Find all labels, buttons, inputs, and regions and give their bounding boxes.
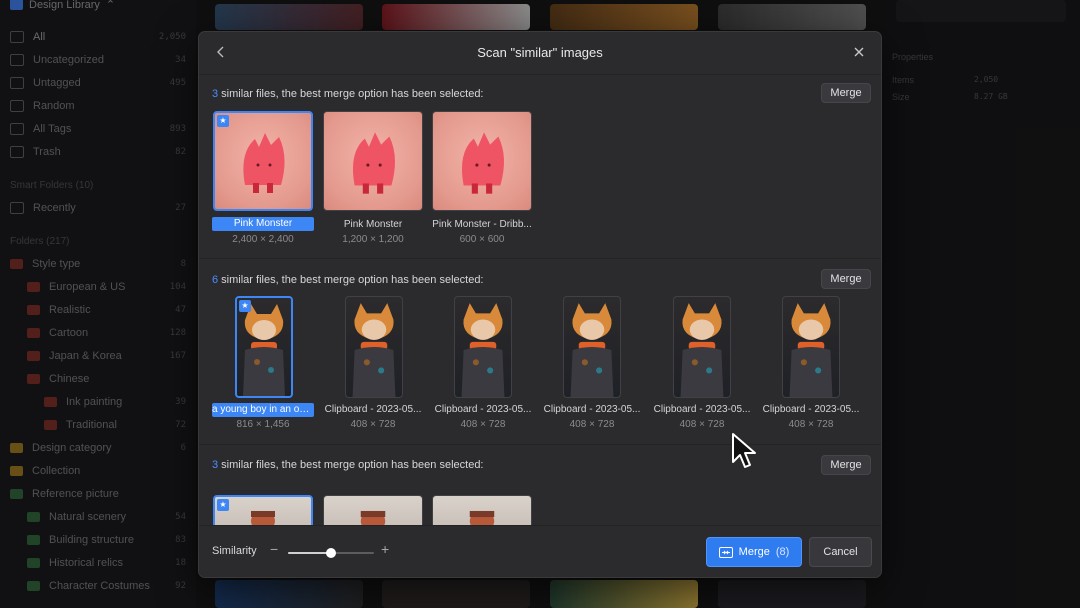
dialog-header: Scan "similar" images xyxy=(199,32,881,75)
group-3-thumb-2[interactable] xyxy=(323,495,423,529)
group-2-caption-1: a young boy in an out... xyxy=(212,403,314,417)
group-1-size-1: 2,400 × 2,400 xyxy=(232,234,294,245)
group-3-header: 3 similar files, the best merge option h… xyxy=(212,459,484,471)
group-1-header: 3 similar files, the best merge option h… xyxy=(212,88,484,100)
group-divider xyxy=(199,258,881,259)
merge-all-button[interactable]: Merge (8) xyxy=(706,537,802,567)
similarity-label: Similarity xyxy=(212,545,257,557)
similarity-slider-thumb[interactable] xyxy=(326,548,336,558)
group-2-caption-5: Clipboard - 2023-05... xyxy=(653,404,751,415)
group-description: similar files, the best merge option has… xyxy=(218,274,484,286)
group-description: similar files, the best merge option has… xyxy=(218,88,484,100)
boy-portrait-image xyxy=(461,303,505,397)
group-3-thumb-3[interactable] xyxy=(432,495,532,529)
boy-portrait-image xyxy=(680,303,724,397)
group-2-thumb-3[interactable] xyxy=(454,296,512,398)
group-2-thumb-4[interactable] xyxy=(563,296,621,398)
dialog-title: Scan "similar" images xyxy=(477,45,603,60)
group-2-caption-2: Clipboard - 2023-05... xyxy=(324,404,422,415)
pink-monster-image xyxy=(461,132,505,194)
dialog-footer: Similarity − + Merge (8) Cancel xyxy=(199,525,881,577)
close-icon xyxy=(854,47,864,57)
group-2-size-3: 408 × 728 xyxy=(460,419,506,430)
group-1-thumb-2[interactable] xyxy=(323,111,423,211)
similarity-increase-button[interactable]: + xyxy=(381,541,389,557)
group-2-thumb-2[interactable] xyxy=(345,296,403,398)
mouse-cursor-icon xyxy=(732,433,756,468)
similarity-slider-fill xyxy=(288,552,331,554)
boy-portrait-image xyxy=(243,304,285,396)
group-2-size-5: 408 × 728 xyxy=(679,419,725,430)
merge-all-count: (8) xyxy=(775,546,790,558)
group-1-caption-2: Pink Monster xyxy=(343,219,403,230)
boy-portrait-image xyxy=(360,510,386,528)
merge-icon xyxy=(718,546,733,558)
group-1-merge-button[interactable]: Merge xyxy=(821,83,871,103)
group-2-caption-3: Clipboard - 2023-05... xyxy=(434,404,532,415)
group-1-size-3: 600 × 600 xyxy=(459,234,505,245)
group-3-merge-button[interactable]: Merge xyxy=(821,455,871,475)
group-2-size-2: 408 × 728 xyxy=(350,419,396,430)
pink-monster-image xyxy=(243,133,285,193)
group-2-merge-button[interactable]: Merge xyxy=(821,269,871,289)
group-3-thumb-1[interactable]: ★ xyxy=(213,495,313,529)
group-2-size-4: 408 × 728 xyxy=(569,419,615,430)
group-2-caption-6: Clipboard - 2023-05... xyxy=(762,404,860,415)
boy-portrait-image xyxy=(251,511,275,527)
pink-monster-image xyxy=(352,132,396,194)
merge-all-label: Merge xyxy=(738,546,770,558)
group-1-caption-3: Pink Monster - Dribb... xyxy=(432,219,532,230)
group-divider xyxy=(199,444,881,445)
group-description: similar files, the best merge option has… xyxy=(218,459,484,471)
group-1-caption-1: Pink Monster xyxy=(212,217,314,231)
star-icon: ★ xyxy=(217,499,229,511)
boy-portrait-image xyxy=(789,303,833,397)
group-2-thumb-6[interactable] xyxy=(782,296,840,398)
group-2-size-1: 816 × 1,456 xyxy=(236,419,290,430)
boy-portrait-image xyxy=(352,303,396,397)
cancel-button[interactable]: Cancel xyxy=(809,537,872,567)
group-1-thumb-1[interactable]: ★ xyxy=(213,111,313,211)
group-1-thumb-3[interactable] xyxy=(432,111,532,211)
scan-similar-dialog: Scan "similar" images 3 similar files, t… xyxy=(198,31,882,578)
star-icon: ★ xyxy=(239,300,251,312)
boy-portrait-image xyxy=(570,303,614,397)
star-icon: ★ xyxy=(217,115,229,127)
group-2-size-6: 408 × 728 xyxy=(788,419,834,430)
group-2-thumb-1[interactable]: ★ xyxy=(235,296,293,398)
group-2-header: 6 similar files, the best merge option h… xyxy=(212,274,484,286)
group-1-size-2: 1,200 × 1,200 xyxy=(342,234,404,245)
boy-portrait-image xyxy=(469,510,495,528)
group-2-thumb-5[interactable] xyxy=(673,296,731,398)
similarity-decrease-button[interactable]: − xyxy=(270,541,278,557)
close-button[interactable] xyxy=(849,42,869,62)
similarity-slider[interactable] xyxy=(288,548,374,558)
group-2-caption-4: Clipboard - 2023-05... xyxy=(543,404,641,415)
